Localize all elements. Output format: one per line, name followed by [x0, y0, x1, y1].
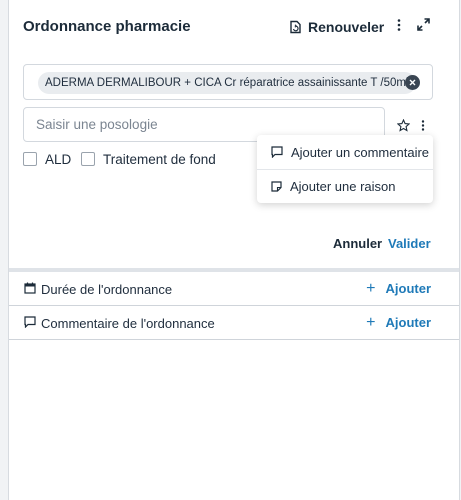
expand-icon: [416, 17, 430, 31]
line-options-button[interactable]: [414, 116, 432, 134]
add-duration-button[interactable]: + Ajouter: [366, 279, 432, 297]
medication-chip: ADERMA DERMALIBOUR + CICA Cr réparatrice…: [38, 72, 416, 94]
background-treatment-label: Traitement de fond: [103, 151, 216, 167]
more-options-button[interactable]: [390, 16, 408, 34]
ald-checkbox-row[interactable]: ALD: [23, 150, 71, 168]
ald-label: ALD: [45, 151, 72, 167]
favorite-button[interactable]: [394, 116, 412, 134]
expand-button[interactable]: [414, 15, 432, 33]
close-icon: [409, 79, 416, 86]
add-label: Ajouter: [385, 281, 432, 296]
note-icon: [271, 180, 282, 192]
prescription-comment-section: Commentaire de l'ordonnance + Ajouter: [9, 306, 459, 340]
panel-header: Ordonnance pharmacie Renouveler: [9, 0, 459, 50]
more-vertical-icon: [421, 119, 425, 131]
plus-icon: +: [366, 313, 376, 331]
background-treatment-checkbox[interactable]: [81, 152, 95, 166]
background-treatment-checkbox-row[interactable]: Traitement de fond: [81, 150, 216, 168]
line-options-menu: Ajouter un commentaire Ajouter une raiso…: [257, 135, 433, 203]
renew-button[interactable]: Renouveler: [289, 17, 384, 37]
menu-item-label: Ajouter un commentaire: [291, 144, 430, 160]
add-label: Ajouter: [385, 315, 432, 330]
medication-field[interactable]: ADERMA DERMALIBOUR + CICA Cr réparatrice…: [23, 64, 433, 100]
page-title: Ordonnance pharmacie: [23, 18, 191, 35]
renew-label: Renouveler: [308, 19, 385, 35]
duration-section: Durée de l'ordonnance + Ajouter: [9, 272, 459, 306]
calendar-icon: [24, 282, 36, 294]
clear-medication-button[interactable]: [405, 75, 420, 90]
star-icon: [396, 118, 410, 132]
comment-icon: [24, 316, 36, 328]
prescription-panel: Ordonnance pharmacie Renouveler ADERMA D…: [8, 0, 460, 500]
cancel-button[interactable]: Annuler: [333, 236, 382, 251]
comment-icon: [271, 146, 283, 158]
ald-checkbox[interactable]: [23, 152, 37, 166]
add-comment-button[interactable]: + Ajouter: [366, 313, 432, 331]
duration-section-label: Durée de l'ordonnance: [41, 282, 173, 297]
validate-button[interactable]: Valider: [388, 236, 431, 251]
menu-item-label: Ajouter une raison: [290, 178, 396, 194]
menu-item-add-comment[interactable]: Ajouter un commentaire: [257, 135, 433, 169]
comment-section-label: Commentaire de l'ordonnance: [41, 316, 215, 331]
menu-item-add-reason[interactable]: Ajouter une raison: [257, 169, 433, 203]
renew-icon: [290, 20, 301, 34]
plus-icon: +: [366, 279, 376, 297]
more-vertical-icon: [397, 19, 401, 31]
